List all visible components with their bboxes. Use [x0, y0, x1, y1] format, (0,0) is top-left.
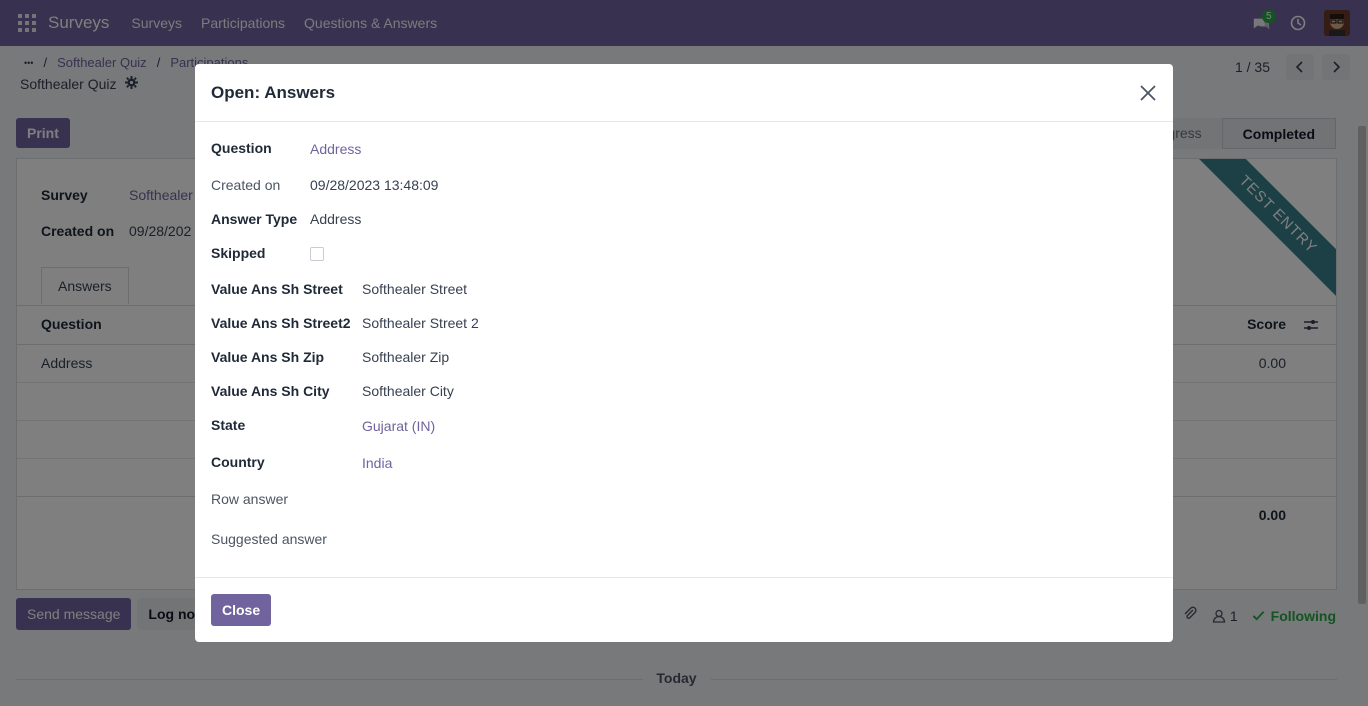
close-button[interactable]: Close [211, 594, 272, 626]
close-icon[interactable] [1137, 82, 1159, 104]
skipped-checkbox[interactable] [310, 247, 324, 261]
city-value: Softhealer City [362, 383, 454, 399]
created-on-value: 09/28/2023 13:48:09 [310, 177, 439, 193]
street-value: Softhealer Street [362, 281, 468, 297]
zip-label: Value Ans Sh Zip [211, 349, 325, 365]
answer-type-value: Address [310, 211, 362, 227]
state-value[interactable]: Gujarat (IN) [362, 418, 435, 434]
question-label: Question [211, 140, 272, 156]
country-value[interactable]: India [362, 455, 392, 471]
answer-type-label: Answer Type [211, 211, 298, 227]
street-label: Value Ans Sh Street [211, 281, 343, 297]
street2-label: Value Ans Sh Street2 [211, 315, 351, 331]
skipped-label: Skipped [211, 245, 266, 261]
country-label: Country [211, 454, 265, 470]
suggested-answer-label: Suggested answer [211, 531, 327, 547]
row-answer-label: Row answer [211, 491, 289, 507]
dialog-header: Open: Answers [195, 64, 1173, 122]
dialog-title: Open: Answers [211, 83, 336, 102]
state-label: State [211, 417, 246, 433]
city-label: Value Ans Sh City [211, 383, 330, 399]
question-value[interactable]: Address [310, 141, 361, 157]
street2-value: Softhealer Street 2 [362, 315, 479, 331]
answers-dialog: Open: Answers Question Address Created o… [195, 64, 1173, 642]
created-on-label: Created on [211, 177, 281, 193]
dialog-footer: Close [195, 577, 1173, 642]
zip-value: Softhealer Zip [362, 349, 450, 365]
